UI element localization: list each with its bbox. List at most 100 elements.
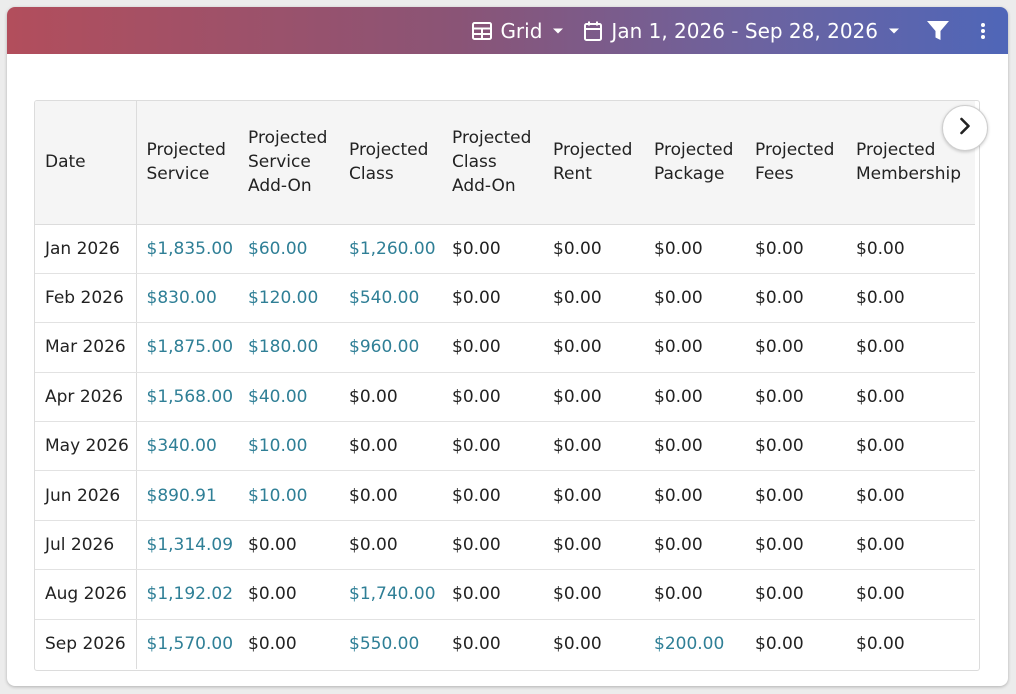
column-header-line: Projected — [248, 128, 328, 149]
amount-cell: $0.00 — [846, 470, 975, 521]
amount-cell: $0.00 — [745, 421, 846, 472]
column-header-line: Membership — [856, 164, 962, 185]
amount-cell: $0.00 — [846, 569, 975, 620]
amount-cell: $0.00 — [442, 224, 543, 274]
row-date-cell: Aug 2026 — [35, 569, 137, 620]
column-header: Projected Class — [339, 101, 442, 225]
amount-link-cell[interactable]: $1,570.00 — [136, 619, 238, 668]
amount-cell: $0.00 — [644, 470, 745, 521]
amount-cell: $0.00 — [339, 520, 442, 571]
amount-cell: $0.00 — [452, 634, 501, 655]
table-row: Jan 2026 $1,835.00 $60.00 $1,260.00 $0.00 $0.… — [35, 224, 975, 274]
date-range-label: Jan 1, 2026 - Sep 28, 2026 — [611, 18, 878, 43]
column-header: Date — [35, 101, 137, 225]
amount-cell: $0.00 — [644, 421, 745, 472]
amount-cell: $0.00 — [238, 520, 339, 571]
amount-cell: $0.00 — [755, 634, 804, 655]
row-date-cell: Apr 2026 — [35, 372, 137, 423]
column-header: Projected Class Add-On — [442, 101, 543, 225]
more-options-button[interactable] — [980, 22, 986, 40]
column-header-line: Projected — [654, 140, 734, 161]
amount-link-cell[interactable]: $10.00 — [238, 421, 339, 472]
caret-down-icon — [552, 27, 564, 35]
amount-cell: $0.00 — [745, 322, 846, 373]
amount-cell: $0.00 — [644, 322, 745, 373]
view-selector-label: Grid — [500, 18, 543, 43]
column-header-line: Date — [45, 152, 86, 173]
table-body: Jan 2026 $1,835.00 $60.00 $1,260.00 $0.00 $0.… — [35, 224, 975, 669]
view-selector-button[interactable]: Grid — [472, 19, 564, 43]
amount-link-cell[interactable]: $540.00 — [339, 273, 442, 324]
table-row: Aug 2026 $1,192.02 $0.00 $1,740.00 $0.00 $0.0… — [35, 569, 975, 620]
amount-cell: $0.00 — [442, 421, 543, 472]
amount-link-cell[interactable]: $890.91 — [136, 470, 238, 521]
grid-table-icon — [472, 21, 493, 40]
amount-link-cell[interactable]: $40.00 — [238, 372, 339, 423]
table-header-row: Date Projected Service Projected Service Add-… — [35, 101, 975, 225]
amount-cell: $0.00 — [846, 520, 975, 571]
column-header: Projected Package — [644, 101, 745, 225]
amount-link-cell[interactable]: $200.00 — [644, 619, 745, 668]
amount-link-cell[interactable]: $1,835.00 — [136, 224, 238, 274]
amount-cell: $0.00 — [543, 273, 644, 324]
amount-cell: $0.00 — [745, 273, 846, 324]
amount-cell: $0.00 — [442, 322, 543, 373]
caret-down-icon — [888, 27, 900, 35]
amount-cell: $0.00 — [442, 569, 543, 620]
amount-cell: $0.00 — [339, 372, 442, 423]
amount-link-cell[interactable]: $1,568.00 — [136, 372, 238, 423]
amount-link-cell[interactable]: $960.00 — [339, 322, 442, 373]
row-date-cell: Jun 2026 — [35, 470, 137, 521]
projection-table: Date Projected Service Projected Service Add-… — [35, 101, 975, 669]
amount-cell: $0.00 — [543, 224, 644, 274]
row-date-cell: Mar 2026 — [35, 322, 137, 373]
filter-icon — [926, 20, 950, 42]
amount-link-cell[interactable]: $1,260.00 — [339, 224, 442, 274]
column-header-line: Projected — [755, 140, 835, 161]
date-range-button[interactable]: Jan 1, 2026 - Sep 28, 2026 — [584, 19, 900, 43]
amount-cell: $0.00 — [745, 224, 846, 274]
column-header-line: Package — [654, 164, 725, 185]
amount-cell: $0.00 — [442, 273, 543, 324]
amount-cell: $0.00 — [543, 470, 644, 521]
amount-link-cell[interactable]: $1,192.02 — [136, 569, 238, 620]
amount-link-cell[interactable]: $120.00 — [238, 273, 339, 324]
amount-cell: $0.00 — [846, 372, 975, 423]
filter-button[interactable] — [926, 20, 950, 42]
projection-table-container[interactable]: Date Projected Service Projected Service Add-… — [34, 100, 980, 671]
table-row: May 2026 $340.00 $10.00 $0.00 $0.00 $0.00 $0.0… — [35, 421, 975, 472]
table-row: Jun 2026 $890.91 $10.00 $0.00 $0.00 $0.00 $0.0… — [35, 470, 975, 521]
amount-link-cell[interactable]: $550.00 — [339, 619, 442, 668]
amount-link-cell[interactable]: $1,314.09 — [136, 520, 238, 571]
amount-cell: $0.00 — [745, 372, 846, 423]
column-header-line: Add-On — [452, 176, 516, 197]
amount-cell: $0.00 — [238, 569, 339, 620]
amount-link-cell[interactable]: $1,740.00 — [339, 569, 442, 620]
report-card: Grid Jan 1, 2026 - Sep 28, 2026 Date Pro… — [7, 7, 1008, 686]
column-header-line: Projected — [856, 140, 936, 161]
amount-link-cell[interactable]: $1,875.00 — [136, 322, 238, 373]
amount-cell: $0.00 — [846, 322, 975, 373]
amount-cell: $0.00 — [644, 372, 745, 423]
table-row: Sep 2026 $1,570.00 $0.00 $550.00 $0.00 $0.00 $… — [35, 619, 975, 669]
table-row: Apr 2026 $1,568.00 $40.00 $0.00 $0.00 $0.00 $0… — [35, 372, 975, 423]
amount-cell: $0.00 — [543, 372, 644, 423]
amount-link-cell[interactable]: $830.00 — [136, 273, 238, 324]
amount-link-cell[interactable]: $60.00 — [238, 224, 339, 274]
amount-cell: $0.00 — [745, 520, 846, 571]
amount-cell: $0.00 — [846, 273, 975, 324]
column-header: Projected Service Add-On — [238, 101, 339, 225]
column-header-line: Add-On — [248, 176, 312, 197]
table-row: Jul 2026 $1,314.09 $0.00 $0.00 $0.00 $0.00 $0.… — [35, 520, 975, 571]
amount-cell: $0.00 — [553, 634, 602, 655]
scroll-right-button[interactable] — [942, 105, 988, 151]
amount-cell: $0.00 — [644, 224, 745, 274]
amount-link-cell[interactable]: $10.00 — [238, 470, 339, 521]
column-header: Projected Rent — [543, 101, 644, 225]
table-row: Mar 2026 $1,875.00 $180.00 $960.00 $0.00 $0.0… — [35, 322, 975, 373]
amount-link-cell[interactable]: $180.00 — [238, 322, 339, 373]
amount-cell: $0.00 — [339, 470, 442, 521]
amount-cell: $0.00 — [745, 569, 846, 620]
amount-link-cell[interactable]: $340.00 — [136, 421, 238, 472]
column-header-line: Class — [349, 164, 394, 185]
